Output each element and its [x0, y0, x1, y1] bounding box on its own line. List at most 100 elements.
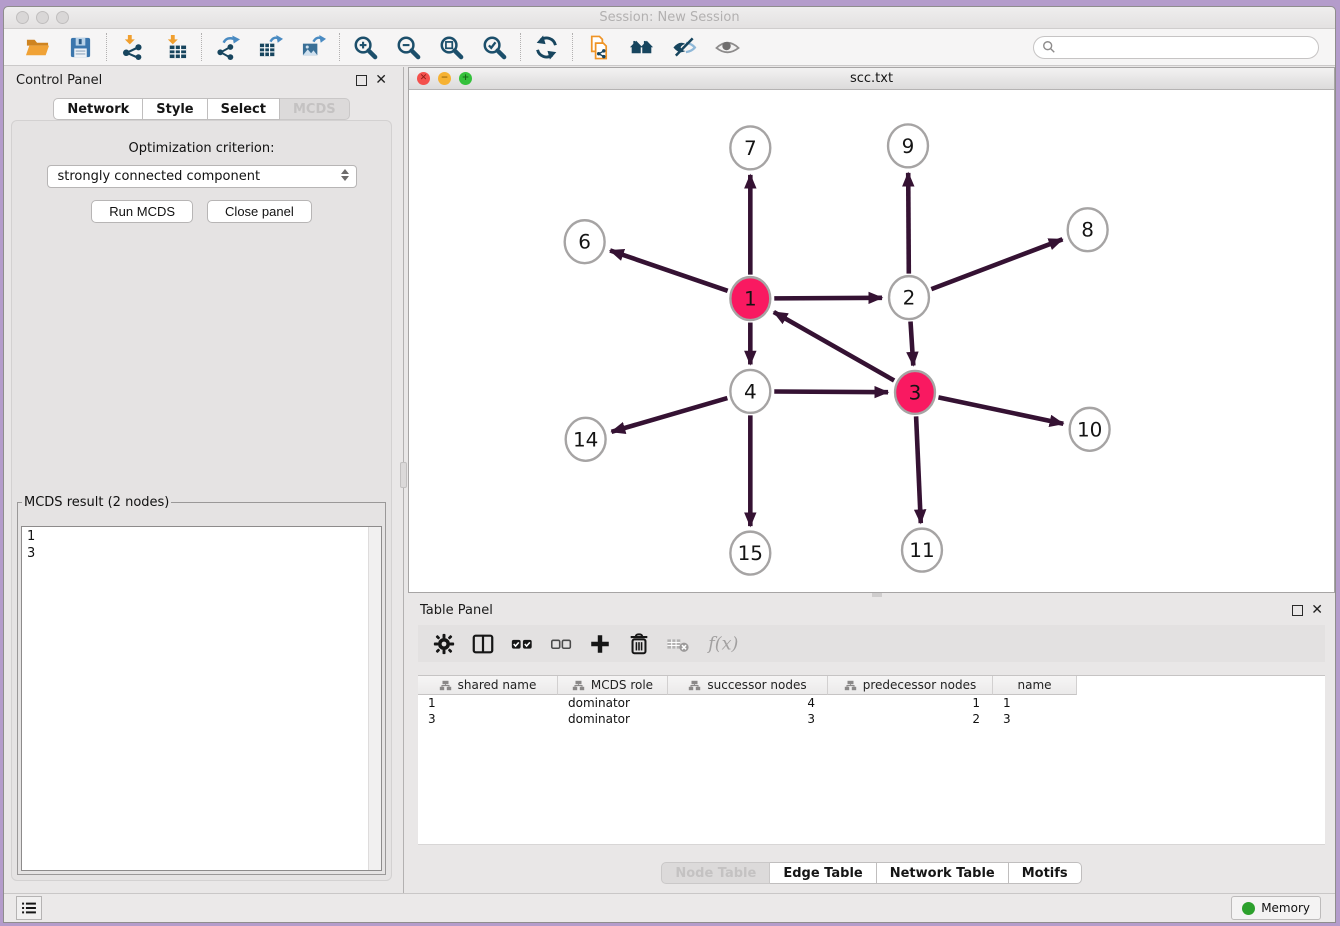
- search-input[interactable]: [1061, 39, 1310, 55]
- table-row[interactable]: 3dominator323: [418, 711, 1325, 727]
- graph-node-8[interactable]: 8: [1068, 208, 1108, 251]
- zoom-in-icon[interactable]: [352, 34, 379, 61]
- column-header-successor-nodes[interactable]: successor nodes: [668, 676, 828, 695]
- network-canvas[interactable]: 7 9 6 8 1 2 4 3 14 10 15 11: [409, 90, 1334, 592]
- settings-icon[interactable]: [432, 631, 456, 657]
- open-session-icon[interactable]: [24, 34, 51, 61]
- graph-node-2[interactable]: 2: [889, 276, 929, 319]
- edge-4-3[interactable]: [774, 391, 888, 392]
- edge-2-3[interactable]: [911, 322, 914, 366]
- edge-3-11[interactable]: [916, 416, 921, 523]
- export-image-icon[interactable]: [300, 34, 327, 61]
- table-cell[interactable]: 1: [418, 695, 558, 711]
- select-all-icon[interactable]: [510, 631, 534, 657]
- svg-text:2: 2: [903, 286, 916, 310]
- edge-1-6[interactable]: [610, 250, 728, 290]
- edge-2-8[interactable]: [931, 239, 1062, 289]
- edge-3-1[interactable]: [774, 312, 894, 381]
- divider-grip[interactable]: [400, 462, 407, 488]
- show-all-icon[interactable]: [714, 34, 741, 61]
- table-cell[interactable]: 1: [993, 695, 1077, 711]
- table-cell[interactable]: 3: [418, 711, 558, 727]
- select-stepper-icon: [341, 169, 349, 181]
- graph-node-6[interactable]: 6: [565, 220, 605, 263]
- import-network-icon[interactable]: [119, 34, 146, 61]
- table-tab-edge-table[interactable]: Edge Table: [770, 862, 876, 884]
- zoom-fit-icon[interactable]: [438, 34, 465, 61]
- table-cell[interactable]: dominator: [558, 711, 668, 727]
- graph-node-14[interactable]: 14: [566, 418, 606, 461]
- node-table[interactable]: shared nameMCDS rolesuccessor nodesprede…: [418, 675, 1325, 845]
- table-cell[interactable]: 3: [993, 711, 1077, 727]
- task-history-button[interactable]: [16, 896, 42, 920]
- delete-table-icon: [666, 631, 690, 657]
- table-header-row: shared nameMCDS rolesuccessor nodesprede…: [418, 676, 1325, 695]
- add-row-icon[interactable]: [588, 631, 612, 657]
- table-cell[interactable]: 2: [828, 711, 993, 727]
- result-scrollbar[interactable]: [368, 527, 381, 870]
- column-header-predecessor-nodes[interactable]: predecessor nodes: [828, 676, 993, 695]
- table-tab-motifs[interactable]: Motifs: [1009, 862, 1082, 884]
- column-header-shared-name[interactable]: shared name: [418, 676, 558, 695]
- mcds-result-list[interactable]: 1 3: [21, 526, 382, 871]
- run-mcds-button[interactable]: Run MCDS: [91, 200, 193, 223]
- network-window-titlebar[interactable]: ✕−+ scc.txt: [409, 68, 1334, 90]
- graph-node-15[interactable]: 15: [730, 532, 770, 575]
- tab-mcds[interactable]: MCDS: [280, 98, 350, 120]
- tab-select[interactable]: Select: [208, 98, 280, 120]
- table-row[interactable]: 1dominator411: [418, 695, 1325, 711]
- graph-node-3[interactable]: 3: [895, 371, 935, 414]
- toolbar-separator: [106, 33, 107, 61]
- table-cell[interactable]: dominator: [558, 695, 668, 711]
- network-graph[interactable]: 7 9 6 8 1 2 4 3 14 10 15 11: [409, 90, 1334, 592]
- column-header-name[interactable]: name: [993, 676, 1077, 695]
- edge-2-9[interactable]: [908, 173, 909, 274]
- table-cell[interactable]: 3: [668, 711, 828, 727]
- delete-row-icon[interactable]: [627, 631, 651, 657]
- zoom-selected-icon[interactable]: [481, 34, 508, 61]
- window-titlebar[interactable]: Session: New Session: [4, 7, 1335, 29]
- table-toolbar: f(x): [418, 625, 1325, 662]
- edge-4-14[interactable]: [611, 398, 727, 432]
- vertical-split-divider[interactable]: [399, 67, 408, 893]
- tab-style[interactable]: Style: [143, 98, 207, 120]
- network-view-window: ✕−+ scc.txt 7 9 6 8 1 2 4 3 14 10 15 11: [408, 67, 1335, 593]
- close-panel-icon[interactable]: ✕: [375, 74, 387, 86]
- save-session-icon[interactable]: [67, 34, 94, 61]
- tab-network[interactable]: Network: [53, 98, 143, 120]
- mcds-result-lines: 1 3: [27, 528, 381, 562]
- table-tab-network-table[interactable]: Network Table: [877, 862, 1009, 884]
- column-header-MCDS-role[interactable]: MCDS role: [558, 676, 668, 695]
- table-cell[interactable]: 1: [828, 695, 993, 711]
- mcds-panel: Optimization criterion: strongly connect…: [11, 120, 392, 881]
- table-cell[interactable]: 4: [668, 695, 828, 711]
- graph-node-9[interactable]: 9: [888, 124, 928, 167]
- search-box[interactable]: [1033, 36, 1319, 59]
- import-table-icon[interactable]: [162, 34, 189, 61]
- graph-node-7[interactable]: 7: [730, 126, 770, 169]
- graph-node-10[interactable]: 10: [1070, 408, 1110, 451]
- first-neighbors-icon[interactable]: [628, 34, 655, 61]
- edge-3-10[interactable]: [938, 397, 1063, 423]
- export-network-icon[interactable]: [214, 34, 241, 61]
- graph-node-11[interactable]: 11: [902, 529, 942, 572]
- float-panel-icon[interactable]: [1292, 605, 1303, 616]
- deselect-all-icon[interactable]: [549, 631, 573, 657]
- float-panel-icon[interactable]: [356, 75, 367, 86]
- memory-button[interactable]: Memory: [1231, 896, 1321, 920]
- copy-network-icon[interactable]: [585, 34, 612, 61]
- close-panel-button[interactable]: Close panel: [207, 200, 312, 223]
- close-panel-icon[interactable]: ✕: [1311, 604, 1323, 616]
- table-tab-node-table[interactable]: Node Table: [661, 862, 770, 884]
- mcds-result-group: MCDS result (2 nodes) 1 3: [17, 495, 386, 875]
- optimization-select[interactable]: strongly connected component: [47, 165, 357, 188]
- export-table-icon[interactable]: [257, 34, 284, 61]
- hide-selected-icon[interactable]: [671, 34, 698, 61]
- graph-node-4[interactable]: 4: [730, 370, 770, 413]
- edge-1-2[interactable]: [774, 298, 882, 299]
- split-view-icon[interactable]: [471, 631, 495, 657]
- graph-node-1[interactable]: 1: [730, 277, 770, 320]
- refresh-icon[interactable]: [533, 34, 560, 61]
- zoom-out-icon[interactable]: [395, 34, 422, 61]
- hierarchy-icon: [572, 680, 585, 691]
